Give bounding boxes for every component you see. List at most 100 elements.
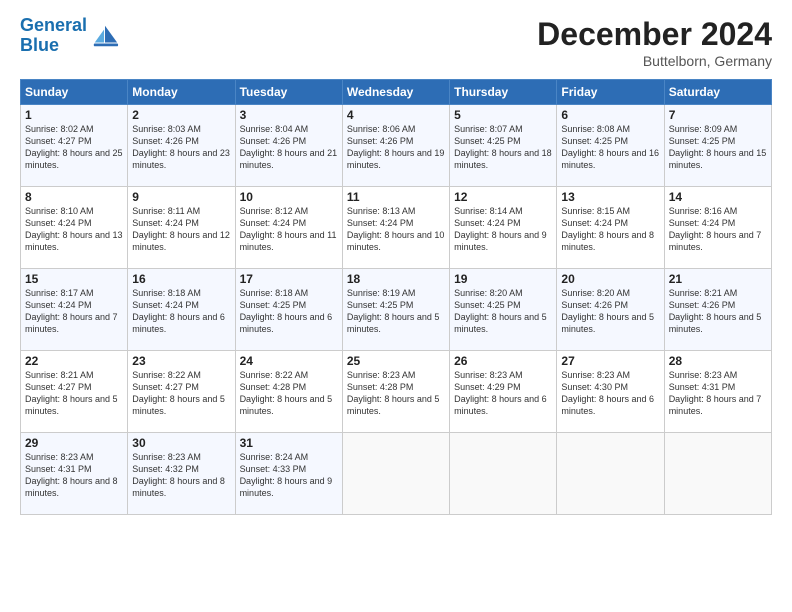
day-info: Sunrise: 8:22 AMSunset: 4:28 PMDaylight:… <box>240 370 333 416</box>
week-row-1: 1 Sunrise: 8:02 AMSunset: 4:27 PMDayligh… <box>21 105 772 187</box>
day-number: 3 <box>240 108 338 122</box>
day-info: Sunrise: 8:04 AMSunset: 4:26 PMDaylight:… <box>240 124 338 170</box>
day-info: Sunrise: 8:21 AMSunset: 4:27 PMDaylight:… <box>25 370 118 416</box>
month-title: December 2024 <box>537 16 772 53</box>
day-info: Sunrise: 8:12 AMSunset: 4:24 PMDaylight:… <box>240 206 337 252</box>
day-number: 19 <box>454 272 552 286</box>
day-info: Sunrise: 8:20 AMSunset: 4:25 PMDaylight:… <box>454 288 547 334</box>
day-number: 13 <box>561 190 659 204</box>
day-cell: 13 Sunrise: 8:15 AMSunset: 4:24 PMDaylig… <box>557 187 664 269</box>
day-cell <box>450 433 557 515</box>
day-info: Sunrise: 8:18 AMSunset: 4:25 PMDaylight:… <box>240 288 333 334</box>
day-cell: 25 Sunrise: 8:23 AMSunset: 4:28 PMDaylig… <box>342 351 449 433</box>
day-cell: 24 Sunrise: 8:22 AMSunset: 4:28 PMDaylig… <box>235 351 342 433</box>
logo-icon <box>91 22 119 50</box>
day-number: 6 <box>561 108 659 122</box>
day-cell: 1 Sunrise: 8:02 AMSunset: 4:27 PMDayligh… <box>21 105 128 187</box>
day-number: 2 <box>132 108 230 122</box>
day-info: Sunrise: 8:24 AMSunset: 4:33 PMDaylight:… <box>240 452 333 498</box>
day-number: 25 <box>347 354 445 368</box>
day-number: 9 <box>132 190 230 204</box>
col-header-friday: Friday <box>557 80 664 105</box>
header: General Blue December 2024 Buttelborn, G… <box>20 16 772 69</box>
day-cell: 30 Sunrise: 8:23 AMSunset: 4:32 PMDaylig… <box>128 433 235 515</box>
day-cell: 7 Sunrise: 8:09 AMSunset: 4:25 PMDayligh… <box>664 105 771 187</box>
day-cell: 19 Sunrise: 8:20 AMSunset: 4:25 PMDaylig… <box>450 269 557 351</box>
day-cell: 29 Sunrise: 8:23 AMSunset: 4:31 PMDaylig… <box>21 433 128 515</box>
day-number: 29 <box>25 436 123 450</box>
day-info: Sunrise: 8:06 AMSunset: 4:26 PMDaylight:… <box>347 124 445 170</box>
day-number: 12 <box>454 190 552 204</box>
day-cell <box>664 433 771 515</box>
day-number: 8 <box>25 190 123 204</box>
day-cell: 4 Sunrise: 8:06 AMSunset: 4:26 PMDayligh… <box>342 105 449 187</box>
day-number: 16 <box>132 272 230 286</box>
day-cell: 31 Sunrise: 8:24 AMSunset: 4:33 PMDaylig… <box>235 433 342 515</box>
day-info: Sunrise: 8:19 AMSunset: 4:25 PMDaylight:… <box>347 288 440 334</box>
calendar-header-row: SundayMondayTuesdayWednesdayThursdayFrid… <box>21 80 772 105</box>
day-info: Sunrise: 8:03 AMSunset: 4:26 PMDaylight:… <box>132 124 230 170</box>
day-info: Sunrise: 8:11 AMSunset: 4:24 PMDaylight:… <box>132 206 230 252</box>
col-header-tuesday: Tuesday <box>235 80 342 105</box>
day-info: Sunrise: 8:23 AMSunset: 4:28 PMDaylight:… <box>347 370 440 416</box>
day-info: Sunrise: 8:23 AMSunset: 4:32 PMDaylight:… <box>132 452 225 498</box>
day-number: 4 <box>347 108 445 122</box>
day-cell: 6 Sunrise: 8:08 AMSunset: 4:25 PMDayligh… <box>557 105 664 187</box>
col-header-sunday: Sunday <box>21 80 128 105</box>
day-cell: 11 Sunrise: 8:13 AMSunset: 4:24 PMDaylig… <box>342 187 449 269</box>
day-number: 20 <box>561 272 659 286</box>
day-number: 1 <box>25 108 123 122</box>
day-cell: 23 Sunrise: 8:22 AMSunset: 4:27 PMDaylig… <box>128 351 235 433</box>
day-info: Sunrise: 8:23 AMSunset: 4:29 PMDaylight:… <box>454 370 547 416</box>
col-header-monday: Monday <box>128 80 235 105</box>
day-number: 27 <box>561 354 659 368</box>
week-row-4: 22 Sunrise: 8:21 AMSunset: 4:27 PMDaylig… <box>21 351 772 433</box>
day-number: 5 <box>454 108 552 122</box>
day-cell <box>342 433 449 515</box>
day-info: Sunrise: 8:21 AMSunset: 4:26 PMDaylight:… <box>669 288 762 334</box>
day-info: Sunrise: 8:18 AMSunset: 4:24 PMDaylight:… <box>132 288 225 334</box>
day-number: 17 <box>240 272 338 286</box>
day-cell: 2 Sunrise: 8:03 AMSunset: 4:26 PMDayligh… <box>128 105 235 187</box>
day-info: Sunrise: 8:13 AMSunset: 4:24 PMDaylight:… <box>347 206 445 252</box>
col-header-wednesday: Wednesday <box>342 80 449 105</box>
day-cell: 16 Sunrise: 8:18 AMSunset: 4:24 PMDaylig… <box>128 269 235 351</box>
day-info: Sunrise: 8:07 AMSunset: 4:25 PMDaylight:… <box>454 124 552 170</box>
day-cell: 21 Sunrise: 8:21 AMSunset: 4:26 PMDaylig… <box>664 269 771 351</box>
day-cell: 5 Sunrise: 8:07 AMSunset: 4:25 PMDayligh… <box>450 105 557 187</box>
day-cell: 27 Sunrise: 8:23 AMSunset: 4:30 PMDaylig… <box>557 351 664 433</box>
day-info: Sunrise: 8:23 AMSunset: 4:31 PMDaylight:… <box>669 370 762 416</box>
week-row-3: 15 Sunrise: 8:17 AMSunset: 4:24 PMDaylig… <box>21 269 772 351</box>
day-number: 11 <box>347 190 445 204</box>
location: Buttelborn, Germany <box>537 53 772 69</box>
day-number: 30 <box>132 436 230 450</box>
day-cell: 8 Sunrise: 8:10 AMSunset: 4:24 PMDayligh… <box>21 187 128 269</box>
day-cell: 12 Sunrise: 8:14 AMSunset: 4:24 PMDaylig… <box>450 187 557 269</box>
day-cell: 9 Sunrise: 8:11 AMSunset: 4:24 PMDayligh… <box>128 187 235 269</box>
calendar-table: SundayMondayTuesdayWednesdayThursdayFrid… <box>20 79 772 515</box>
day-number: 31 <box>240 436 338 450</box>
day-number: 7 <box>669 108 767 122</box>
day-cell: 10 Sunrise: 8:12 AMSunset: 4:24 PMDaylig… <box>235 187 342 269</box>
day-number: 15 <box>25 272 123 286</box>
day-number: 22 <box>25 354 123 368</box>
day-cell <box>557 433 664 515</box>
day-info: Sunrise: 8:10 AMSunset: 4:24 PMDaylight:… <box>25 206 123 252</box>
day-info: Sunrise: 8:09 AMSunset: 4:25 PMDaylight:… <box>669 124 767 170</box>
day-cell: 14 Sunrise: 8:16 AMSunset: 4:24 PMDaylig… <box>664 187 771 269</box>
day-number: 18 <box>347 272 445 286</box>
day-number: 26 <box>454 354 552 368</box>
day-cell: 17 Sunrise: 8:18 AMSunset: 4:25 PMDaylig… <box>235 269 342 351</box>
logo-text: General Blue <box>20 16 87 56</box>
day-number: 23 <box>132 354 230 368</box>
day-info: Sunrise: 8:23 AMSunset: 4:31 PMDaylight:… <box>25 452 118 498</box>
day-number: 14 <box>669 190 767 204</box>
day-info: Sunrise: 8:02 AMSunset: 4:27 PMDaylight:… <box>25 124 123 170</box>
col-header-saturday: Saturday <box>664 80 771 105</box>
day-cell: 3 Sunrise: 8:04 AMSunset: 4:26 PMDayligh… <box>235 105 342 187</box>
day-number: 28 <box>669 354 767 368</box>
day-cell: 28 Sunrise: 8:23 AMSunset: 4:31 PMDaylig… <box>664 351 771 433</box>
day-number: 24 <box>240 354 338 368</box>
day-number: 10 <box>240 190 338 204</box>
logo: General Blue <box>20 16 119 56</box>
